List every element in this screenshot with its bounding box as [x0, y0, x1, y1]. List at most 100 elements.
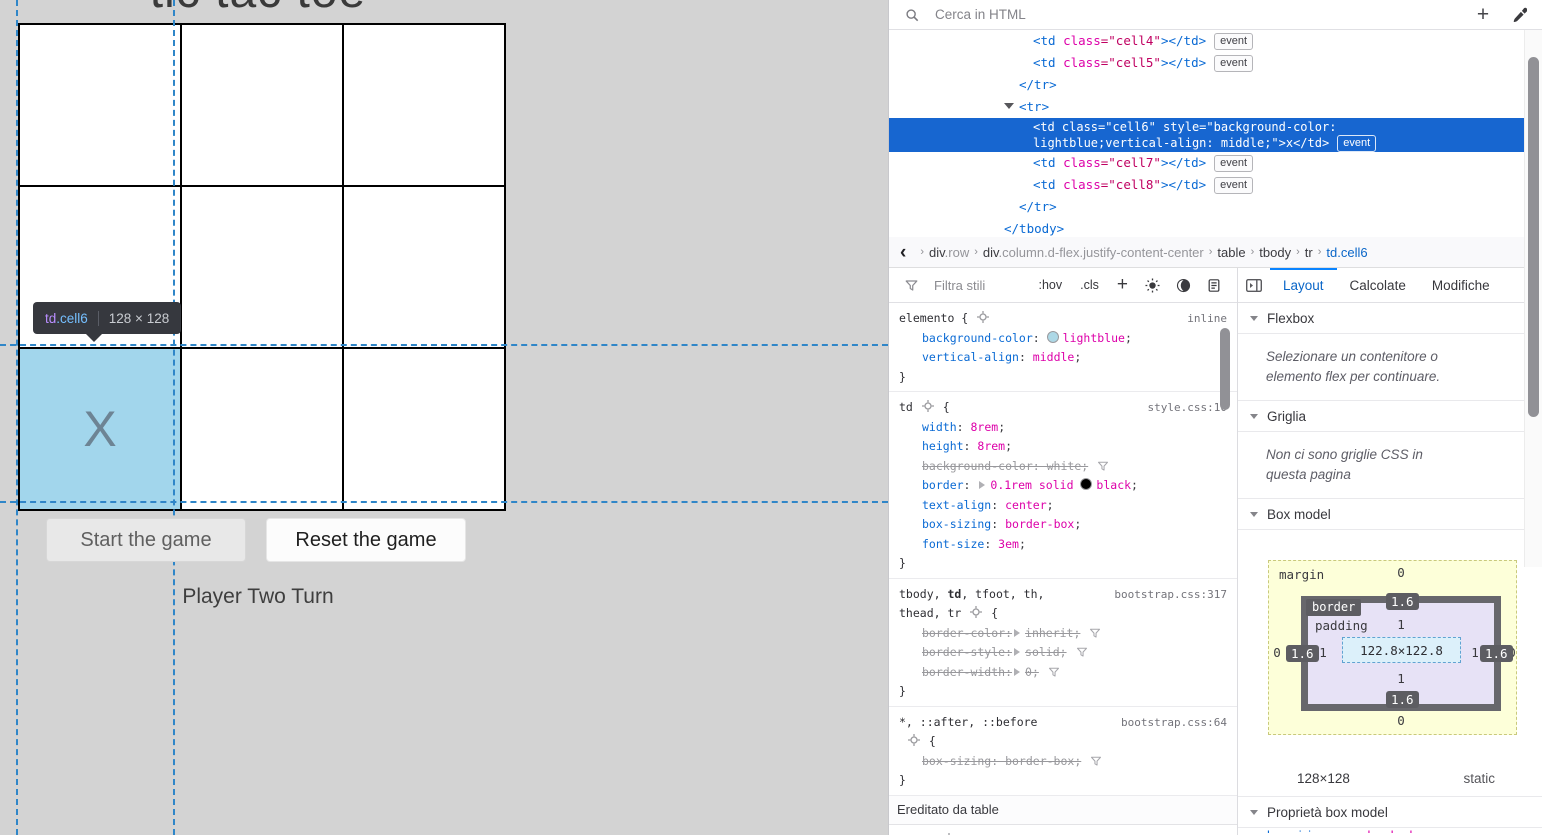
- board-cell[interactable]: [181, 186, 343, 348]
- panel-toggle-icon[interactable]: [1238, 279, 1270, 292]
- add-node-button[interactable]: +: [1468, 2, 1498, 28]
- css-declaration[interactable]: border: 0.1rem solid black;: [899, 476, 1227, 496]
- css-declaration[interactable]: border-color:inherit;: [899, 624, 1227, 644]
- section-box-model-header[interactable]: Box model: [1238, 499, 1542, 530]
- border-bottom-value[interactable]: 1.6: [1386, 691, 1419, 708]
- tab-modifiche[interactable]: Modifiche: [1419, 268, 1490, 303]
- add-rule-button[interactable]: +: [1108, 274, 1137, 296]
- css-declaration[interactable]: box-sizing: border-box;: [899, 752, 1227, 772]
- stylesheet-source-link[interactable]: style.css:20: [1148, 831, 1227, 835]
- border-label: border: [1306, 599, 1361, 616]
- start-game-button[interactable]: Start the game: [46, 518, 246, 562]
- eyedropper-icon[interactable]: [1504, 2, 1534, 28]
- breadcrumb-item[interactable]: tr: [1305, 245, 1313, 260]
- board-cell[interactable]: [343, 348, 505, 510]
- selected-cell[interactable]: X: [19, 348, 181, 510]
- section-grid-header[interactable]: Griglia: [1238, 401, 1542, 432]
- css-declaration[interactable]: box-sizing: border-box;: [899, 515, 1227, 535]
- css-selector-line[interactable]: *, ::after, ::beforebootstrap.css:64: [899, 713, 1227, 733]
- margin-top-value[interactable]: 0: [1391, 565, 1411, 580]
- breadcrumb-item[interactable]: div.column.d-flex.justify-content-center: [983, 245, 1204, 260]
- target-icon[interactable]: [977, 311, 989, 323]
- css-selector-line[interactable]: td {style.css:10: [899, 398, 1227, 418]
- search-input[interactable]: [933, 6, 1462, 23]
- markup-line[interactable]: </tr>: [889, 196, 1542, 218]
- stylesheet-source-link[interactable]: style.css:10: [1148, 398, 1227, 418]
- padding-bottom-value[interactable]: 1: [1391, 671, 1411, 686]
- event-badge[interactable]: event: [1214, 177, 1253, 194]
- markup-line[interactable]: </tr>: [889, 74, 1542, 96]
- padding-top-value[interactable]: 1: [1391, 617, 1411, 632]
- pseudo-class-toggle[interactable]: :hov: [1030, 278, 1072, 292]
- dark-theme-icon[interactable]: [1168, 278, 1199, 293]
- css-declaration[interactable]: height: 8rem;: [899, 437, 1227, 457]
- margin-bottom-value[interactable]: 0: [1391, 713, 1411, 728]
- padding-right-value[interactable]: 1: [1465, 645, 1485, 660]
- padding-left-value[interactable]: 1: [1313, 645, 1333, 660]
- css-declaration[interactable]: text-align: center;: [899, 496, 1227, 516]
- light-theme-icon[interactable]: [1137, 278, 1168, 293]
- reset-game-button[interactable]: Reset the game: [266, 518, 466, 562]
- stylesheet-source-link[interactable]: bootstrap.css:317: [1114, 585, 1227, 605]
- css-declaration[interactable]: background-color: lightblue;: [899, 329, 1227, 349]
- css-selector-line[interactable]: {: [899, 732, 1227, 752]
- board-cell[interactable]: [343, 24, 505, 186]
- css-selector-line[interactable]: table {style.css:20: [899, 831, 1227, 835]
- board-cell[interactable]: [19, 24, 181, 186]
- css-declaration[interactable]: width: 8rem;: [899, 418, 1227, 438]
- breadcrumb-item[interactable]: div.row: [929, 245, 969, 260]
- margin-left-value[interactable]: 0: [1267, 645, 1287, 660]
- css-selector-line[interactable]: tbody, td, tfoot, th,bootstrap.css:317: [899, 585, 1227, 605]
- markup-line[interactable]: <td class="cell7"></td>event: [889, 152, 1542, 174]
- target-icon[interactable]: [970, 606, 982, 618]
- breadcrumb-item[interactable]: tbody: [1259, 245, 1291, 260]
- board-cell[interactable]: [181, 24, 343, 186]
- breadcrumb-item[interactable]: table: [1217, 245, 1245, 260]
- section-box-model-props-header[interactable]: Proprietà box model: [1238, 797, 1542, 828]
- css-declaration[interactable]: border-width:0;: [899, 663, 1227, 683]
- stylesheet-source-link[interactable]: inline: [1187, 309, 1227, 329]
- section-flexbox-header[interactable]: Flexbox: [1238, 303, 1542, 334]
- css-declaration[interactable]: background-color: white;: [899, 457, 1227, 477]
- twisty-icon[interactable]: [1004, 103, 1014, 109]
- breadcrumb-item[interactable]: td.cell6: [1326, 245, 1367, 260]
- styles-scrollbar-thumb[interactable]: [1220, 328, 1230, 410]
- funnel-icon[interactable]: [1048, 666, 1060, 678]
- layout-scrollbar-thumb[interactable]: [1528, 57, 1539, 417]
- funnel-icon[interactable]: [1090, 755, 1102, 767]
- breadcrumb-item-tag: td: [1326, 245, 1337, 260]
- layout-scrollbar[interactable]: [1524, 35, 1542, 567]
- css-declaration[interactable]: vertical-align: middle;: [899, 348, 1227, 368]
- markup-line[interactable]: </tbody>: [889, 218, 1542, 237]
- target-icon[interactable]: [922, 400, 934, 412]
- box-model-property-row[interactable]: box-sizingborder-box: [1238, 828, 1542, 833]
- tab-layout[interactable]: Layout: [1270, 268, 1337, 303]
- funnel-icon[interactable]: [1076, 646, 1088, 658]
- markup-line[interactable]: <td class="cell4"></td>event: [889, 30, 1542, 52]
- target-icon[interactable]: [908, 734, 920, 746]
- class-toggle[interactable]: .cls: [1071, 278, 1108, 292]
- border-top-value[interactable]: 1.6: [1386, 593, 1419, 610]
- board-cell[interactable]: [181, 348, 343, 510]
- funnel-icon[interactable]: [1089, 627, 1101, 639]
- markup-line[interactable]: <td class="cell5"></td>event: [889, 52, 1542, 74]
- event-badge[interactable]: event: [1214, 155, 1253, 172]
- event-badge[interactable]: event: [1214, 55, 1253, 72]
- event-badge[interactable]: event: [1214, 33, 1253, 50]
- css-declaration[interactable]: border-style:solid;: [899, 643, 1227, 663]
- funnel-icon[interactable]: [1097, 460, 1109, 472]
- event-badge[interactable]: event: [1337, 135, 1376, 152]
- tab-calcolate[interactable]: Calcolate: [1337, 268, 1419, 303]
- print-media-icon[interactable]: [1199, 278, 1229, 293]
- breadcrumb-back-button[interactable]: ‹: [891, 238, 915, 267]
- markup-line[interactable]: <tr>: [889, 96, 1542, 118]
- stylesheet-source-link[interactable]: bootstrap.css:64: [1121, 713, 1227, 733]
- board-cell[interactable]: [343, 186, 505, 348]
- filter-styles-input[interactable]: [932, 277, 1030, 294]
- content-box[interactable]: 122.8×122.8: [1342, 637, 1461, 663]
- markup-line-selected[interactable]: <td class="cell6" style="background-colo…: [889, 118, 1542, 152]
- markup-line[interactable]: <td class="cell8"></td>event: [889, 174, 1542, 196]
- css-selector-line[interactable]: thead, tr {: [899, 604, 1227, 624]
- css-declaration[interactable]: font-size: 3em;: [899, 535, 1227, 555]
- css-selector-line[interactable]: elemento { inline: [899, 309, 1227, 329]
